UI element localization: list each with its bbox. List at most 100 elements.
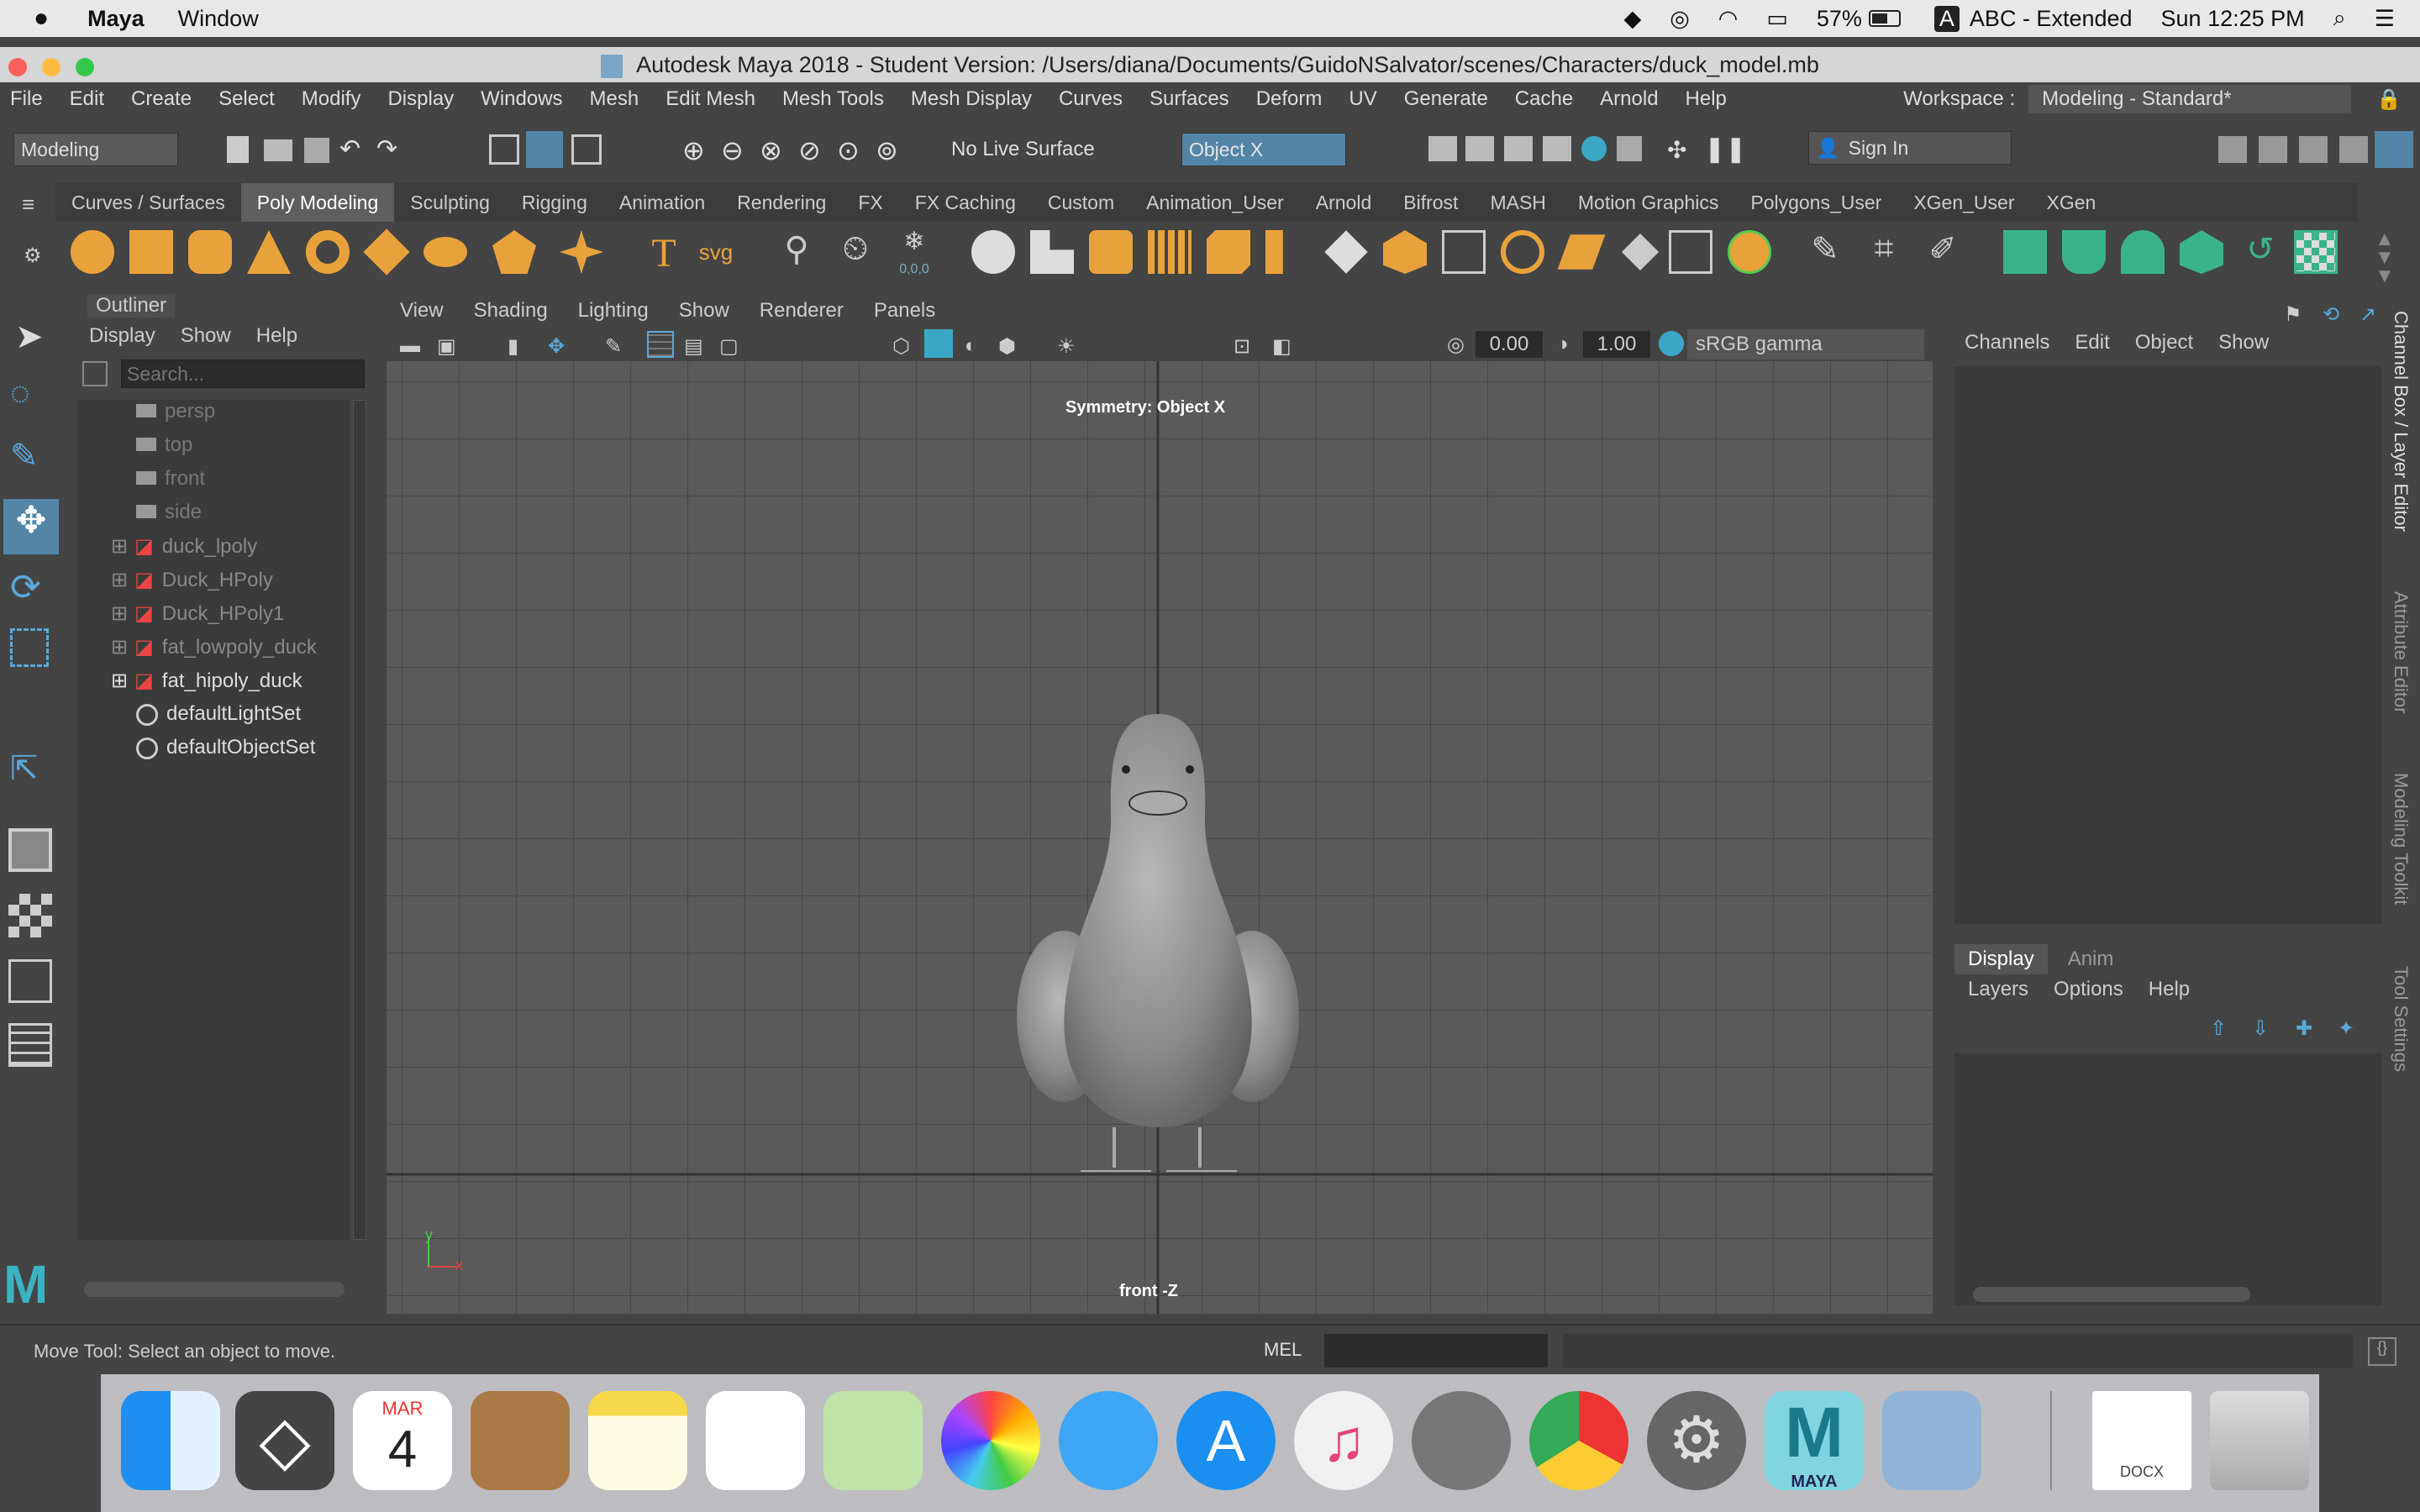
last-tool-icon[interactable]: ⇱: [10, 749, 39, 788]
app-store-icon[interactable]: A: [1176, 1391, 1276, 1490]
snap-point-icon[interactable]: ⊗: [760, 134, 782, 166]
isolate-select-icon[interactable]: ⊡: [1234, 334, 1250, 359]
exposure-icon[interactable]: ◎: [1447, 333, 1465, 357]
creative-cloud-icon[interactable]: ◎: [1670, 6, 1690, 32]
itunes-icon[interactable]: ♫: [1294, 1391, 1393, 1490]
outliner-search-input[interactable]: [121, 360, 365, 388]
expand-icon[interactable]: ⊞: [111, 636, 128, 659]
grid-toggle-icon[interactable]: [647, 331, 674, 358]
shelf-tab-fx[interactable]: FX: [842, 183, 898, 222]
resolution-gate-icon[interactable]: ▢: [719, 334, 739, 359]
camera-select-icon[interactable]: ▬: [400, 334, 420, 358]
bridge-icon[interactable]: [1265, 230, 1283, 274]
clock[interactable]: Sun 12:25 PM: [2161, 6, 2305, 32]
xray-icon[interactable]: ◧: [1272, 334, 1292, 359]
shelf-tab-polygons-user[interactable]: Polygons_User: [1734, 183, 1897, 222]
bookmark-icon[interactable]: ▮: [508, 334, 518, 359]
hypershade-icon[interactable]: [1581, 136, 1607, 161]
outliner-menu-display[interactable]: Display: [89, 324, 155, 348]
live-surface-label[interactable]: No Live Surface: [951, 138, 1095, 161]
uv-spherical-icon[interactable]: [2121, 230, 2165, 274]
combine-icon[interactable]: [971, 230, 1015, 274]
svg-tool-icon[interactable]: svg: [694, 230, 738, 274]
uv-automatic-icon[interactable]: [2180, 230, 2223, 274]
list-item[interactable]: ⊞ ◪ Duck_HPoly1: [111, 601, 284, 626]
select-component-icon[interactable]: [571, 134, 602, 165]
menu-file[interactable]: File: [0, 87, 56, 111]
menu-select[interactable]: Select: [205, 87, 288, 111]
trash-icon[interactable]: [2210, 1391, 2309, 1490]
input-source-label[interactable]: ABC - Extended: [1970, 6, 2133, 32]
super-shape-icon[interactable]: [560, 230, 603, 274]
outliner-menu-help[interactable]: Help: [256, 324, 297, 348]
menu-create[interactable]: Create: [118, 87, 205, 111]
contacts-icon[interactable]: [471, 1391, 570, 1490]
viewport-scene[interactable]: [387, 361, 1933, 1314]
mode-dropdown[interactable]: Modeling: [13, 133, 178, 166]
menu-cache[interactable]: Cache: [1502, 87, 1586, 111]
target-weld-icon[interactable]: [1621, 233, 1660, 271]
list-item[interactable]: top: [136, 433, 192, 457]
ipr-render-icon[interactable]: [1504, 136, 1533, 161]
script-editor-icon[interactable]: {}: [2368, 1337, 2396, 1366]
separate-icon[interactable]: [1030, 230, 1074, 274]
insert-loop-icon[interactable]: [1501, 230, 1544, 274]
menu-curves[interactable]: Curves: [1045, 87, 1136, 111]
expand-icon[interactable]: ⊞: [111, 669, 128, 692]
layout-four-icon[interactable]: [8, 894, 52, 937]
maya-icon[interactable]: M MAYA: [1765, 1391, 1864, 1490]
list-item[interactable]: persp: [136, 400, 215, 423]
snap-surface-icon[interactable]: ⊙: [837, 134, 860, 166]
layer-editor-toggle-icon[interactable]: [2375, 131, 2413, 168]
new-layer-icon[interactable]: ✚: [2296, 1016, 2312, 1041]
system-preferences-icon[interactable]: ⚙: [1647, 1391, 1746, 1490]
mirror-icon[interactable]: [1669, 230, 1712, 274]
layer-menu-help[interactable]: Help: [2149, 978, 2190, 1001]
uv-planar-icon[interactable]: [2003, 230, 2047, 274]
layout-two-icon[interactable]: [8, 959, 52, 1003]
layer-down-icon[interactable]: ⇩: [2252, 1016, 2269, 1041]
paint-icon[interactable]: ✐: [1921, 230, 1965, 274]
shelf-menu-icon[interactable]: ≡: [22, 192, 34, 218]
platonic-solid-icon[interactable]: [492, 230, 536, 274]
list-item[interactable]: front: [136, 467, 205, 491]
shelf-tab-bifrost[interactable]: Bifrost: [1387, 183, 1474, 222]
menu-generate[interactable]: Generate: [1391, 87, 1502, 111]
notification-center-icon[interactable]: ☰: [2375, 6, 2395, 32]
command-line-input[interactable]: [1324, 1334, 1548, 1368]
float-icon[interactable]: ↗: [2360, 302, 2376, 327]
list-item[interactable]: ⊞ ◪ fat_hipoly_duck: [111, 669, 302, 693]
channel-menu-show[interactable]: Show: [2218, 331, 2269, 354]
viewport[interactable]: y x Symmetry: Object X front -Z: [387, 361, 1933, 1314]
outliner-layout-icon[interactable]: [8, 1023, 52, 1067]
launchpad-icon[interactable]: [1412, 1391, 1511, 1490]
menu-windows[interactable]: Windows: [467, 87, 576, 111]
boolean-icon[interactable]: [1728, 230, 1771, 274]
shelf-tab-custom[interactable]: Custom: [1032, 183, 1130, 222]
measure-icon[interactable]: ⏲: [834, 230, 877, 274]
zoom-button[interactable]: [76, 58, 94, 76]
snap-live-icon[interactable]: ⊚: [876, 134, 898, 166]
refresh-icon[interactable]: ⟲: [2323, 302, 2339, 327]
workspace-dropdown[interactable]: Modeling - Standard*: [2028, 85, 2352, 113]
airplay-icon[interactable]: ▭: [1766, 6, 1788, 32]
smooth-shade-icon[interactable]: [924, 329, 953, 358]
pin-icon[interactable]: ⚑: [2284, 302, 2302, 327]
redo-icon[interactable]: ↷: [376, 134, 397, 164]
list-item[interactable]: ⊞ ◪ Duck_HPoly: [111, 568, 273, 592]
undo-icon[interactable]: ↶: [339, 134, 360, 164]
dropbox-icon[interactable]: ◆: [1623, 6, 1641, 32]
channel-menu-edit[interactable]: Edit: [2075, 331, 2109, 354]
uv-cylindrical-icon[interactable]: [2062, 230, 2106, 274]
snap-view-icon[interactable]: ⊘: [798, 134, 821, 166]
new-layer-selected-icon[interactable]: ✦: [2338, 1016, 2354, 1041]
minimize-button[interactable]: [42, 58, 60, 76]
snap-grid-icon[interactable]: ⊕: [682, 134, 705, 166]
attribute-editor-toggle-icon[interactable]: [2259, 136, 2287, 163]
window-menu[interactable]: Window: [178, 6, 259, 32]
close-button[interactable]: [8, 58, 27, 76]
wifi-icon[interactable]: ◠: [1718, 6, 1739, 32]
sculpt-icon[interactable]: ✎: [1803, 230, 1847, 274]
notes-icon[interactable]: [588, 1391, 687, 1490]
shelf-tab-xgen-user[interactable]: XGen_User: [1897, 183, 2030, 222]
